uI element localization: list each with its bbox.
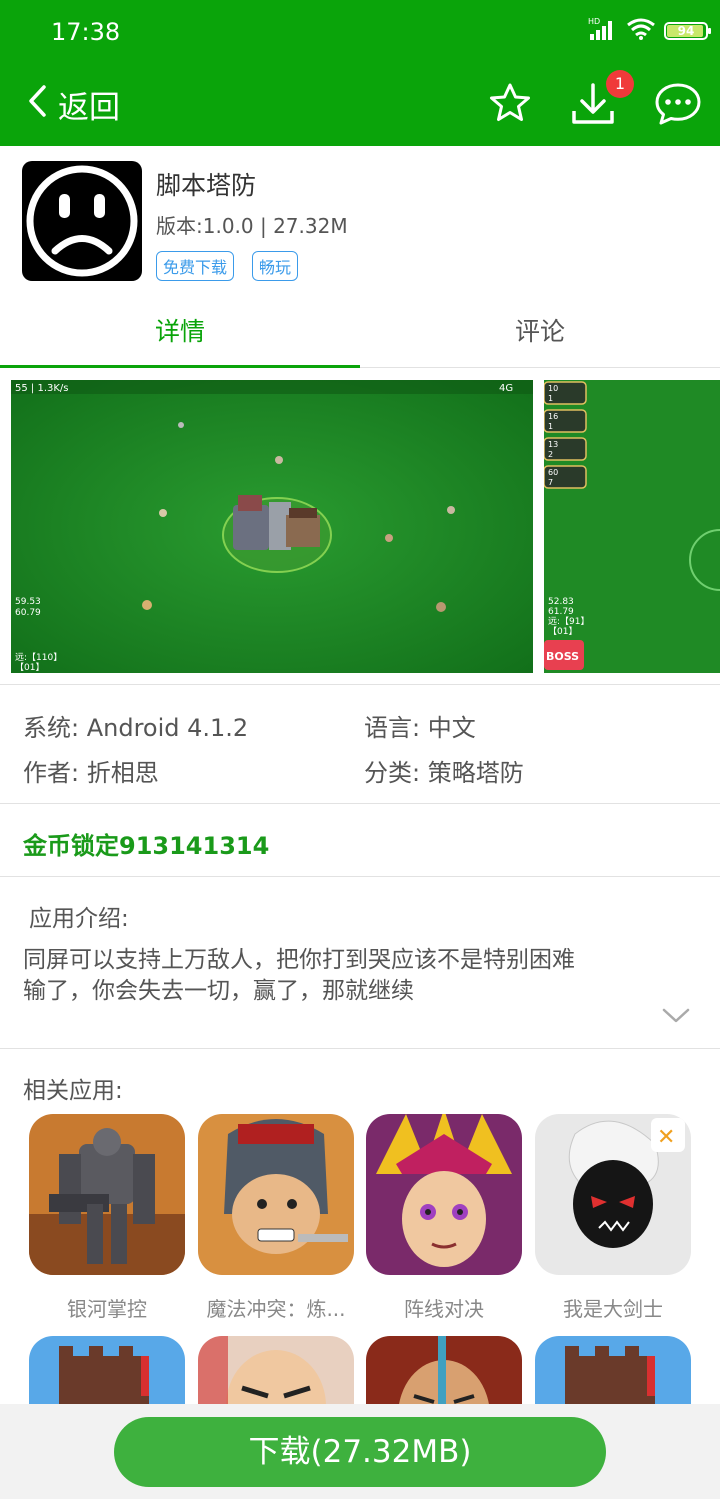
- app-icon: [22, 161, 142, 281]
- svg-text:52.83: 52.83: [548, 597, 574, 607]
- app-specs: 系统: Android 4.1.2 语言: 中文 作者: 折相思 分类: 策略塔…: [0, 686, 720, 804]
- status-time: 17:38: [51, 18, 121, 46]
- related-app-icon: [366, 1336, 522, 1409]
- related-app-icon: ✕: [535, 1114, 691, 1275]
- chevron-down-icon[interactable]: [661, 1007, 691, 1029]
- chevron-left-icon: [26, 83, 48, 127]
- svg-text:1: 1: [548, 422, 553, 431]
- related-app-name: 魔法冲突：炼...: [206, 1297, 346, 1321]
- svg-text:1: 1: [548, 394, 553, 403]
- svg-text:13: 13: [548, 440, 558, 449]
- signal-icon: HD: [588, 16, 618, 46]
- bottom-bar: 下载(27.32MB): [0, 1404, 720, 1499]
- svg-text:60: 60: [548, 468, 558, 477]
- related-app-item[interactable]: [364, 1336, 524, 1409]
- related-app-icon: [366, 1114, 522, 1275]
- svg-text:【01】: 【01】: [15, 662, 44, 673]
- tag-free-download: 免费下载: [156, 251, 235, 281]
- back-label: 返回: [58, 90, 120, 126]
- intro-section: 应用介绍: 同屏可以支持上万敌人，把你打到哭应该不是特别困难 输了，你会失去一切…: [0, 877, 720, 1049]
- star-icon[interactable]: [488, 81, 532, 129]
- app-tags: 免费下载 畅玩: [156, 251, 299, 281]
- related-app-icon: [535, 1336, 691, 1409]
- svg-text:60.79: 60.79: [15, 608, 41, 618]
- screenshot-1[interactable]: 55 | 1.3K/s 4G 59.53 60.79 远:【110】 【01】: [11, 380, 533, 673]
- related-app-item[interactable]: 银河掌控: [27, 1114, 187, 1322]
- screenshot-carousel[interactable]: 55 | 1.3K/s 4G 59.53 60.79 远:【110】 【01】: [0, 370, 720, 685]
- intro-line-2: 输了，你会失去一切，赢了，那就继续: [23, 978, 414, 1004]
- svg-text:HD: HD: [588, 17, 600, 26]
- related-app-item[interactable]: [196, 1336, 356, 1409]
- svg-text:10: 10: [548, 384, 558, 393]
- related-app-name: 阵线对决: [404, 1297, 484, 1321]
- related-app-item[interactable]: 魔法冲突：炼...: [196, 1114, 356, 1322]
- tab-bar: 详情 评论: [0, 300, 720, 368]
- spec-author: 作者: 折相思: [23, 759, 159, 787]
- spec-category: 分类: 策略塔防: [364, 759, 524, 787]
- status-icons: HD 94: [588, 16, 711, 46]
- svg-text:【01】: 【01】: [548, 626, 577, 637]
- back-button[interactable]: 返回: [26, 82, 120, 127]
- svg-text:16: 16: [548, 412, 558, 421]
- tab-details[interactable]: 详情: [0, 300, 360, 368]
- related-app-item[interactable]: 阵线对决: [364, 1114, 524, 1322]
- svg-text:远:【91】: 远:【91】: [548, 616, 590, 627]
- cheat-text: 金币锁定913141314: [23, 832, 270, 860]
- app-name: 脚本塔防: [156, 171, 257, 200]
- download-count-badge: 1: [606, 70, 634, 98]
- related-app-item[interactable]: ✕ 我是大剑士: [533, 1114, 693, 1322]
- screenshot-2[interactable]: 10 1 16 1 13 2 60 7 52.83 61.79 远:【91】 【…: [544, 380, 720, 673]
- intro-text: 同屏可以支持上万敌人，把你打到哭应该不是特别困难 输了，你会失去一切，赢了，那就…: [23, 945, 673, 1007]
- app-bar: 返回 1: [0, 64, 720, 146]
- intro-title: 应用介绍:: [29, 906, 129, 932]
- tab-comments[interactable]: 评论: [360, 300, 720, 367]
- svg-text:✕: ✕: [657, 1125, 675, 1150]
- spec-language: 语言: 中文: [364, 714, 476, 742]
- svg-text:2: 2: [548, 450, 553, 459]
- cheat-section: 金币锁定913141314: [0, 804, 720, 877]
- related-app-icon: [198, 1114, 354, 1275]
- related-app-icon: [198, 1336, 354, 1409]
- message-icon[interactable]: [654, 81, 702, 131]
- app-info-section: 脚本塔防 版本:1.0.0 | 27.32M 免费下载 畅玩: [0, 146, 720, 296]
- related-app-icon: [29, 1336, 185, 1409]
- svg-text:远:【110】: 远:【110】: [15, 652, 62, 663]
- status-bar: 17:38 HD 94: [0, 0, 720, 64]
- sad-face-icon: [26, 165, 138, 277]
- related-app-item[interactable]: [533, 1336, 693, 1409]
- svg-text:7: 7: [548, 478, 553, 487]
- tag-play: 畅玩: [252, 251, 299, 281]
- svg-text:4G: 4G: [499, 383, 513, 394]
- related-app-item[interactable]: [27, 1336, 187, 1409]
- related-app-name: 银河掌控: [67, 1297, 147, 1321]
- intro-line-1: 同屏可以支持上万敌人，把你打到哭应该不是特别困难: [23, 947, 575, 973]
- svg-text:BOSS: BOSS: [546, 650, 579, 663]
- svg-text:59.53: 59.53: [15, 597, 41, 607]
- related-app-name: 我是大剑士: [563, 1297, 663, 1321]
- battery-icon: 94: [664, 22, 711, 40]
- wifi-icon: [626, 17, 656, 45]
- related-apps-section: 相关应用: 银河掌控 魔法冲突：炼... 阵线对决 ✕ 我是大剑士: [0, 1049, 720, 1409]
- related-title: 相关应用:: [23, 1078, 123, 1104]
- app-version: 版本:1.0.0 | 27.32M: [156, 214, 348, 238]
- download-button[interactable]: 下载(27.32MB): [114, 1417, 606, 1487]
- related-app-icon: [29, 1114, 185, 1275]
- svg-text:61.79: 61.79: [548, 607, 574, 617]
- spec-system: 系统: Android 4.1.2: [23, 714, 249, 742]
- svg-text:55 | 1.3K/s: 55 | 1.3K/s: [15, 383, 69, 394]
